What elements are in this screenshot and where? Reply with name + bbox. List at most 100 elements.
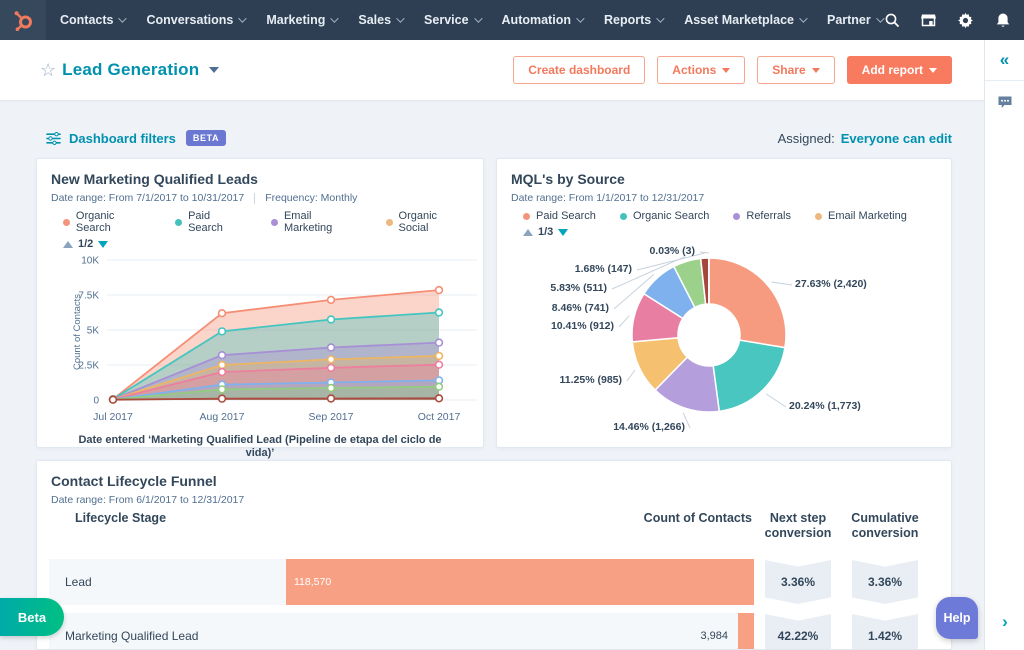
- chevron-down-icon: [118, 14, 128, 23]
- data-point[interactable]: [217, 385, 227, 394]
- share-button[interactable]: Share: [757, 56, 835, 84]
- data-point[interactable]: [434, 285, 444, 295]
- report-card-new-mqls: New Marketing Qualified Leads Date range…: [36, 158, 485, 459]
- data-point[interactable]: [326, 394, 336, 403]
- pie-slice[interactable]: [672, 257, 707, 309]
- chart-legend: Organic Search Paid Search Email Marketi…: [51, 210, 469, 234]
- data-point[interactable]: [217, 327, 227, 336]
- column-header-count: Count of Contacts: [643, 511, 752, 525]
- date-range: Date range: From 7/1/2017 to 10/31/2017: [51, 192, 245, 204]
- add-report-button[interactable]: Add report: [846, 56, 952, 84]
- legend-item[interactable]: Email Marketing: [815, 210, 907, 222]
- data-point[interactable]: [217, 360, 227, 370]
- report-meta: Date range: From 1/1/2017 to 12/31/2017: [511, 192, 937, 204]
- legend-item[interactable]: Paid Search: [523, 210, 596, 222]
- page-title: Lead Generation: [62, 60, 200, 79]
- pie-slice[interactable]: [631, 292, 684, 343]
- legend-item[interactable]: Organic Social: [385, 210, 469, 234]
- nav-item-reports[interactable]: Reports: [604, 13, 665, 27]
- data-point[interactable]: [434, 351, 444, 361]
- data-point[interactable]: [434, 382, 444, 391]
- report-meta: Date range: From 6/1/2017 to 12/31/2017: [51, 494, 937, 506]
- hubspot-logo[interactable]: [0, 0, 46, 40]
- report-card-lifecycle-funnel: Contact Lifecycle Funnel Date range: Fro…: [36, 460, 952, 650]
- funnel-bar[interactable]: 118,570: [286, 559, 754, 605]
- label-leader-line: [626, 369, 636, 382]
- nav-item-asset-marketplace[interactable]: Asset Marketplace: [684, 13, 808, 27]
- funnel-count: 118,570: [294, 576, 332, 588]
- data-point[interactable]: [108, 395, 118, 404]
- data-point[interactable]: [326, 383, 336, 393]
- pie-slice[interactable]: [631, 336, 689, 392]
- funnel-row: Lead 118,570 118,570 3.36% 3.36%: [37, 559, 951, 605]
- beta-toggle-button[interactable]: Beta: [0, 598, 64, 636]
- chevron-down-icon: [656, 14, 665, 23]
- data-point[interactable]: [434, 360, 444, 369]
- dashboard-filters-link[interactable]: Dashboard filters: [69, 131, 176, 146]
- data-point[interactable]: [217, 308, 227, 318]
- data-point[interactable]: [326, 355, 336, 364]
- assigned-value-link[interactable]: Everyone can edit: [841, 131, 952, 146]
- search-icon[interactable]: [882, 10, 902, 30]
- nav-item-service[interactable]: Service: [424, 13, 483, 27]
- legend-dot: [271, 218, 278, 226]
- nav-item-conversations[interactable]: Conversations: [146, 13, 247, 27]
- notifications-bell-icon[interactable]: [993, 10, 1013, 30]
- legend-item[interactable]: Referrals: [733, 210, 791, 222]
- legend-page-up-icon[interactable]: [63, 240, 73, 248]
- filter-sliders-icon[interactable]: [46, 131, 61, 145]
- legend-item[interactable]: Organic Search: [63, 210, 151, 234]
- settings-gear-icon[interactable]: [956, 10, 976, 30]
- data-point[interactable]: [217, 367, 227, 377]
- chevron-down-icon: [330, 14, 340, 23]
- nav-item-partner[interactable]: Partner: [827, 13, 885, 27]
- nav-utilities: [882, 7, 1024, 33]
- data-point[interactable]: [434, 394, 444, 403]
- nav-item-contacts[interactable]: Contacts: [60, 13, 128, 27]
- data-point[interactable]: [326, 315, 336, 324]
- data-point[interactable]: [217, 394, 227, 403]
- legend-item[interactable]: Organic Search: [619, 210, 709, 222]
- pie-label: 5.83% (511): [550, 282, 607, 294]
- pie-slice[interactable]: [708, 257, 787, 349]
- next-page-chevron-icon[interactable]: ›: [985, 612, 1024, 632]
- data-point[interactable]: [434, 308, 444, 317]
- help-button[interactable]: Help: [936, 597, 978, 639]
- marketplace-icon[interactable]: [919, 10, 939, 30]
- pie-slice[interactable]: [699, 257, 710, 306]
- nav-item-automation[interactable]: Automation: [502, 13, 585, 27]
- expand-panel-icon[interactable]: «: [985, 50, 1024, 70]
- svg-text:Oct 2017: Oct 2017: [418, 411, 461, 423]
- legend-item[interactable]: Paid Search: [175, 210, 247, 234]
- create-dashboard-button[interactable]: Create dashboard: [513, 56, 646, 84]
- legend-dot: [63, 218, 70, 226]
- nav-item-marketing[interactable]: Marketing: [266, 13, 340, 27]
- legend-page-down-icon[interactable]: [98, 240, 109, 248]
- nav-item-sales[interactable]: Sales: [358, 13, 405, 27]
- area-chart[interactable]: 10K7.5K5K2.5K0Count of ContactsJul 2017 A…: [37, 252, 485, 434]
- data-point[interactable]: [217, 350, 227, 360]
- data-point[interactable]: [326, 295, 336, 305]
- data-point[interactable]: [326, 363, 336, 373]
- legend-page-down-icon[interactable]: [558, 228, 569, 236]
- pie-label: 1.68% (147): [574, 263, 632, 275]
- legend-page-up-icon[interactable]: [523, 228, 533, 236]
- pie-label: 20.24% (1,773): [789, 400, 861, 412]
- pie-slice[interactable]: [642, 265, 696, 320]
- chevron-down-icon: [473, 14, 483, 23]
- chevron-down-icon: [396, 14, 405, 23]
- svg-text:10K: 10K: [81, 256, 99, 267]
- actions-button[interactable]: Actions: [657, 56, 746, 84]
- dashboard-switcher-caret-icon[interactable]: [209, 67, 220, 73]
- data-point[interactable]: [326, 343, 336, 352]
- legend-item[interactable]: Email Marketing: [271, 210, 362, 234]
- data-point[interactable]: [434, 338, 444, 347]
- header-actions: Create dashboard Actions Share Add repor…: [513, 56, 952, 84]
- funnel-bar[interactable]: 3,984: [738, 613, 754, 649]
- pie-slice[interactable]: [712, 339, 786, 413]
- comments-icon[interactable]: [985, 95, 1024, 110]
- caret-down-icon: [811, 67, 820, 73]
- pie-slice[interactable]: [654, 356, 721, 413]
- favorite-star-icon[interactable]: ☆: [40, 60, 56, 81]
- next-step-conversion-badge: 42.22%: [765, 614, 831, 649]
